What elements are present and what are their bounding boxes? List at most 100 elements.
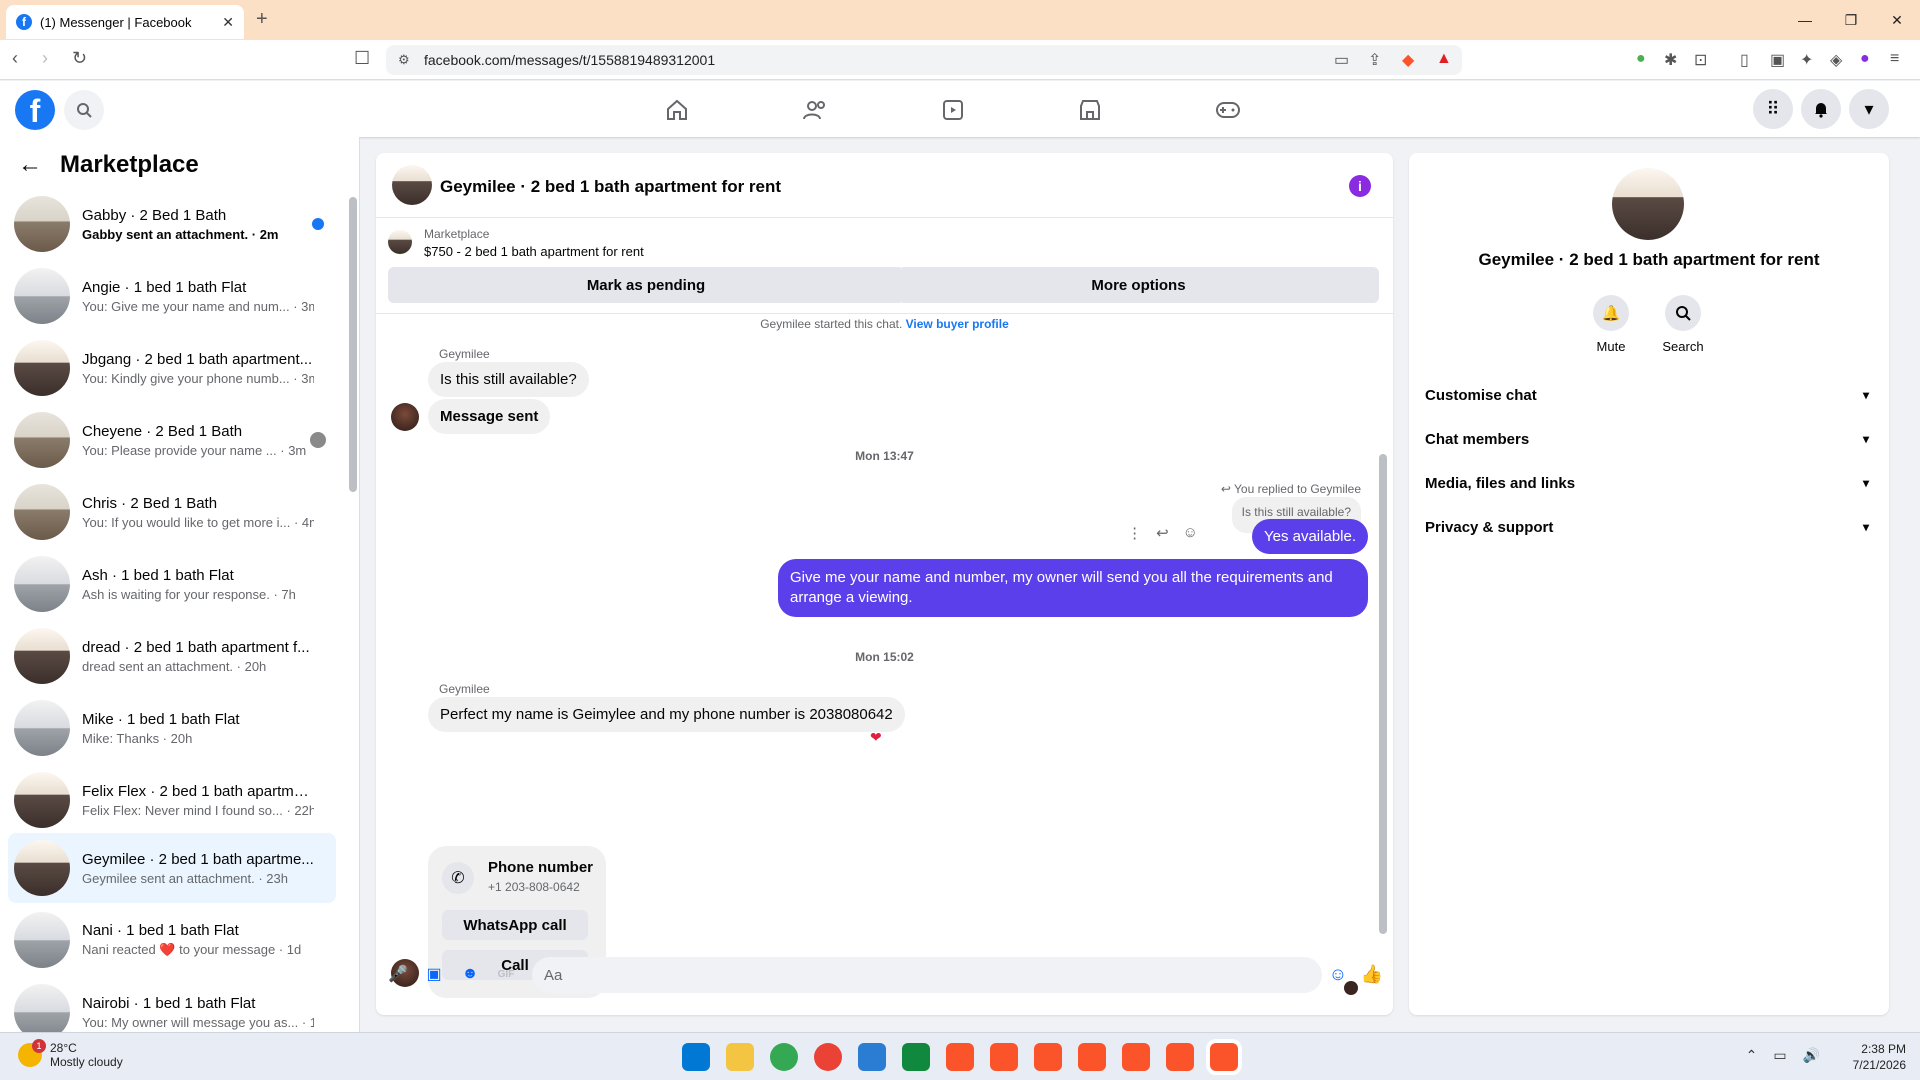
chrome-icon[interactable] — [770, 1043, 798, 1071]
more-actions-icon[interactable]: ⋮ — [1127, 524, 1142, 542]
media-files-links-row[interactable]: Media, files and links ▾ — [1425, 461, 1869, 505]
brave-icon[interactable] — [990, 1043, 1018, 1071]
account-menu-icon[interactable]: ▾ — [1849, 89, 1889, 129]
conversation-item[interactable]: Angie · 1 bed 1 bath Flat You: Give me yo… — [8, 261, 336, 331]
puzzle-icon[interactable]: ✱ — [1664, 50, 1677, 70]
brave-icon[interactable] — [946, 1043, 974, 1071]
reply-icon[interactable]: ↩ — [1156, 524, 1169, 542]
brave-icon[interactable] — [1078, 1043, 1106, 1071]
react-icon[interactable]: ☺ — [1183, 524, 1198, 542]
listing-title[interactable]: $750 - 2 bed 1 bath apartment for rent — [424, 244, 644, 259]
search-action[interactable]: Search — [1653, 295, 1713, 354]
network-icon[interactable]: ▭ — [1773, 1047, 1786, 1064]
brave-rewards-icon[interactable]: ▲ — [1436, 50, 1452, 68]
emoji-icon[interactable]: ☺ — [1328, 964, 1348, 984]
friends-icon[interactable] — [800, 95, 830, 125]
cast-icon[interactable]: ▭ — [1334, 50, 1349, 70]
heart-reaction-icon[interactable]: ❤ — [870, 729, 882, 746]
info-icon[interactable]: i — [1349, 175, 1371, 197]
brave-shields-icon[interactable]: ◆ — [1402, 50, 1414, 70]
system-clock[interactable]: 2:38 PM 7/21/2026 — [1853, 1041, 1906, 1073]
tab-search-icon[interactable]: ⊡ — [1694, 50, 1707, 70]
leo-icon[interactable]: ✦ — [1800, 50, 1813, 70]
outgoing-message[interactable]: Give me your name and number, my owner w… — [778, 559, 1368, 617]
conversation-item[interactable]: Felix Flex · 2 bed 1 bath apartme... Feli… — [8, 765, 336, 835]
conversation-item[interactable]: dread · 2 bed 1 bath apartment f... dread… — [8, 621, 336, 691]
more-options-button[interactable]: More options — [898, 267, 1379, 303]
facebook-logo-icon[interactable]: f — [15, 90, 55, 130]
brave-active-icon[interactable] — [1210, 1043, 1238, 1071]
sidebar-toggle-icon[interactable]: ▯ — [1740, 50, 1749, 70]
search-icon[interactable] — [64, 90, 104, 130]
restore-icon[interactable]: ❐ — [1828, 0, 1874, 40]
conversation-item[interactable]: Cheyene · 2 Bed 1 Bath You: Please provid… — [8, 405, 336, 475]
window-close-icon[interactable]: ✕ — [1874, 0, 1920, 40]
vpn-icon[interactable]: ◈ — [1830, 50, 1842, 70]
notepad-icon[interactable] — [858, 1043, 886, 1071]
url-field[interactable]: ⚙ facebook.com/messages/t/15588194893120… — [386, 45, 1462, 75]
menu-icon[interactable]: ≡ — [1890, 50, 1899, 68]
home-icon[interactable] — [662, 95, 692, 125]
gaming-icon[interactable] — [1213, 95, 1243, 125]
bookmark-icon[interactable]: ☐ — [354, 48, 370, 69]
wallet-icon[interactable]: ▣ — [1770, 50, 1785, 70]
back-icon[interactable]: ‹ — [12, 48, 18, 69]
profile-icon[interactable]: ● — [1860, 50, 1870, 68]
incoming-message[interactable]: Perfect my name is Geimylee and my phone… — [428, 697, 905, 732]
weather-widget[interactable]: 1 28°C Mostly cloudy — [18, 1039, 123, 1069]
brave-icon[interactable] — [1034, 1043, 1062, 1071]
conversation-item[interactable]: Gabby · 2 Bed 1 Bath Gabby sent an attach… — [8, 189, 336, 259]
apps-menu-icon[interactable]: ⠿ — [1753, 89, 1793, 129]
new-tab-icon[interactable]: + — [256, 8, 268, 31]
close-tab-icon[interactable]: ✕ — [222, 14, 234, 31]
marketplace-icon[interactable] — [1075, 95, 1105, 125]
message-input[interactable]: Aa — [532, 957, 1322, 993]
mark-as-pending-button[interactable]: Mark as pending — [388, 267, 904, 303]
extension-icon[interactable]: ● — [1636, 50, 1646, 68]
customise-chat-row[interactable]: Customise chat ▾ — [1425, 373, 1869, 417]
whatsapp-call-button[interactable]: WhatsApp call — [442, 910, 588, 940]
sidebar-scrollbar[interactable] — [349, 197, 357, 492]
outgoing-message[interactable]: Yes available. — [1251, 519, 1368, 554]
sticker-icon[interactable]: ☻ — [460, 964, 480, 984]
privacy-support-row[interactable]: Privacy & support ▾ — [1425, 505, 1869, 549]
view-buyer-profile-link[interactable]: View buyer profile — [906, 317, 1009, 331]
forward-icon[interactable]: › — [42, 48, 48, 69]
chat-avatar[interactable] — [392, 165, 432, 205]
incoming-message[interactable]: Message sent — [428, 399, 551, 434]
browser-tab[interactable]: f (1) Messenger | Facebook ✕ — [6, 5, 244, 39]
brave-icon[interactable] — [1166, 1043, 1194, 1071]
conversation-item-active[interactable]: Geymilee · 2 bed 1 bath apartme... Geymil… — [8, 833, 336, 903]
conversation-item[interactable]: Jbgang · 2 bed 1 bath apartment... You: K… — [8, 333, 336, 403]
conversation-item[interactable]: Nairobi · 1 bed 1 bath Flat You: My owner… — [8, 977, 336, 1032]
conversation-item[interactable]: Chris · 2 Bed 1 Bath You: If you would li… — [8, 477, 336, 547]
volume-icon[interactable]: 🔊 — [1803, 1047, 1820, 1064]
brave-icon[interactable] — [1122, 1043, 1150, 1071]
microphone-icon[interactable]: 🎤 — [388, 964, 408, 984]
chevron-up-icon[interactable]: ⌃ — [1746, 1047, 1758, 1064]
profile-avatar[interactable] — [1612, 168, 1684, 240]
conversation-item[interactable]: Nani · 1 bed 1 bath Flat Nani reacted ❤️ … — [8, 905, 336, 975]
conversation-item[interactable]: Ash · 1 bed 1 bath Flat Ash is waiting fo… — [8, 549, 336, 619]
site-info-icon[interactable]: ⚙ — [398, 52, 410, 68]
chat-members-row[interactable]: Chat members ▾ — [1425, 417, 1869, 461]
file-explorer-icon[interactable] — [726, 1043, 754, 1071]
app-icon[interactable] — [902, 1043, 930, 1071]
thread-scrollbar[interactable] — [1379, 454, 1387, 934]
start-icon[interactable] — [682, 1043, 710, 1071]
sender-avatar[interactable] — [391, 403, 419, 431]
minimize-icon[interactable]: — — [1782, 0, 1828, 40]
conversation-item[interactable]: Mike · 1 bed 1 bath Flat Mike: Thanks · 2… — [8, 693, 336, 763]
photo-icon[interactable]: ▣ — [424, 964, 444, 984]
share-icon[interactable]: ⇪ — [1368, 50, 1381, 70]
reload-icon[interactable]: ↻ — [72, 48, 87, 69]
video-icon[interactable] — [938, 95, 968, 125]
mute-action[interactable]: 🔔 Mute — [1581, 295, 1641, 354]
like-icon[interactable]: 👍 — [1361, 964, 1383, 984]
notifications-icon[interactable] — [1801, 89, 1841, 129]
back-arrow-icon[interactable]: ← — [18, 151, 42, 179]
chat-title[interactable]: Geymilee · 2 bed 1 bath apartment for re… — [440, 177, 781, 197]
chrome-profile-icon[interactable] — [814, 1043, 842, 1071]
gif-icon[interactable]: GIF — [496, 964, 516, 984]
incoming-message[interactable]: Is this still available? — [428, 362, 589, 397]
